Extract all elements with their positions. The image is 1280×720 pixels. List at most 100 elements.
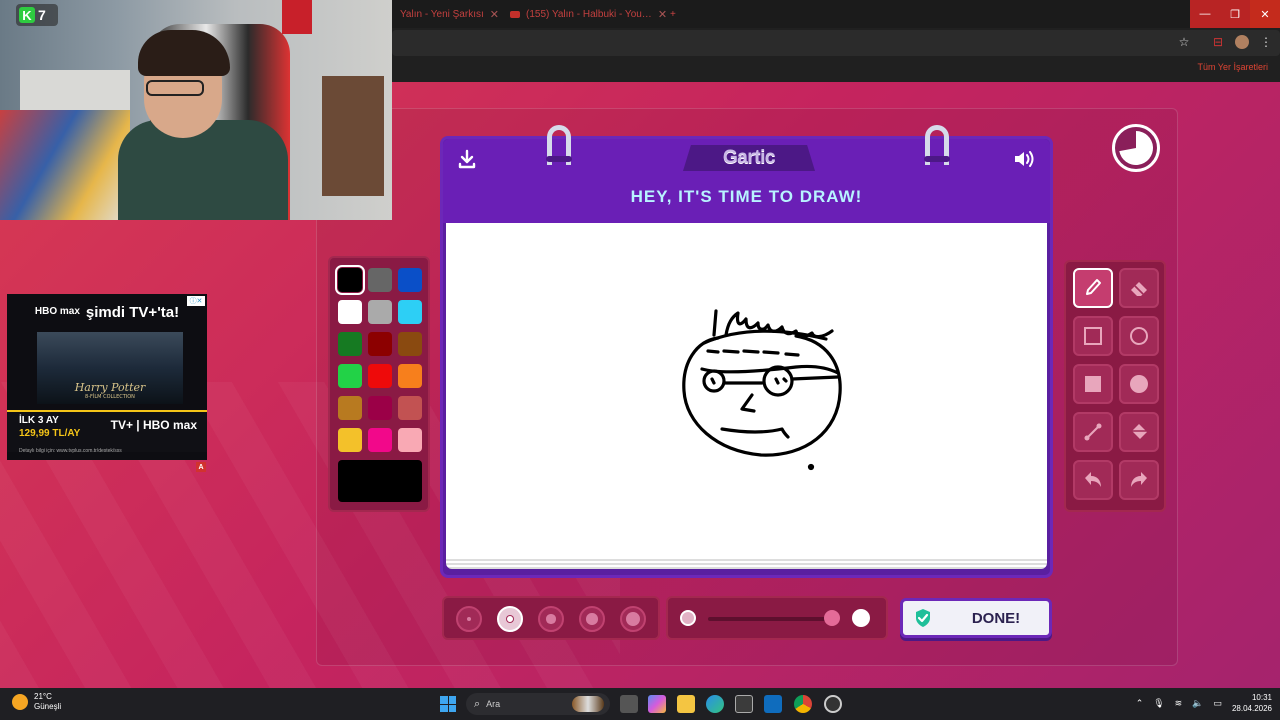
color-swatch[interactable] bbox=[335, 265, 365, 295]
color-swatch[interactable] bbox=[338, 300, 362, 324]
extension-icon[interactable]: ⊟ bbox=[1210, 34, 1226, 50]
webcam-person-body bbox=[118, 120, 288, 220]
obs-icon[interactable] bbox=[824, 695, 842, 713]
volume-icon[interactable]: 🔈 bbox=[1192, 698, 1203, 709]
line-tool[interactable] bbox=[1073, 412, 1113, 452]
ad-header: HBO max şimdi TV+'ta! bbox=[7, 294, 207, 330]
webcam-background-drawer bbox=[322, 76, 384, 196]
color-swatch[interactable] bbox=[368, 396, 392, 420]
brush-size-5-button[interactable] bbox=[620, 606, 646, 632]
new-tab-button[interactable]: + bbox=[662, 4, 684, 24]
color-swatch[interactable] bbox=[398, 396, 422, 420]
task-view-icon[interactable] bbox=[620, 695, 638, 713]
pen-tool[interactable] bbox=[1073, 268, 1113, 308]
copilot-icon[interactable] bbox=[648, 695, 666, 713]
clock[interactable]: 10:31 28.04.2026 bbox=[1232, 692, 1272, 714]
edge-icon[interactable] bbox=[706, 695, 724, 713]
ad-image: Harry Potter 8-FİLM COLLECTION bbox=[37, 332, 183, 404]
advertisement[interactable]: ⓘ✕ HBO max şimdi TV+'ta! Harry Potter 8-… bbox=[7, 294, 207, 460]
close-window-button[interactable]: ✕ bbox=[1250, 0, 1280, 28]
drawing-board: Gartic HEY, IT'S TIME TO DRAW! bbox=[440, 125, 1053, 578]
opacity-knob[interactable] bbox=[823, 610, 840, 626]
brush-size-2-button[interactable] bbox=[497, 606, 523, 632]
color-swatch[interactable] bbox=[398, 332, 422, 356]
color-swatch[interactable] bbox=[338, 364, 362, 388]
square-outline-icon bbox=[1084, 327, 1102, 345]
taskbar-search[interactable]: ⌕ Ara bbox=[466, 693, 610, 715]
brush-size-1-button[interactable] bbox=[456, 606, 482, 632]
minimize-button[interactable]: — bbox=[1190, 0, 1220, 28]
wifi-icon[interactable]: ≋ bbox=[1175, 698, 1183, 709]
all-bookmarks-link[interactable]: Tüm Yer İşaretleri bbox=[1197, 62, 1268, 72]
brush-size-dot bbox=[466, 616, 472, 622]
done-button[interactable]: DONE! bbox=[900, 598, 1052, 638]
eraser-tool[interactable] bbox=[1119, 268, 1159, 308]
menu-kebab-icon[interactable]: ⋮ bbox=[1258, 34, 1274, 50]
timer-pie bbox=[1119, 131, 1153, 165]
microphone-icon[interactable]: 🎙 bbox=[1153, 698, 1164, 709]
bookmark-star-icon[interactable]: ☆ bbox=[1176, 34, 1192, 50]
chevron-up-icon[interactable]: ⌃ bbox=[1136, 698, 1144, 709]
close-tab-icon[interactable]: ✕ bbox=[490, 8, 499, 21]
bookmarks-bar: Tüm Yer İşaretleri bbox=[392, 58, 1280, 80]
ad-brand: HBO max bbox=[34, 306, 80, 317]
color-swatch[interactable] bbox=[368, 268, 392, 292]
ad-offer-price: 129,99 TL/AY bbox=[19, 428, 81, 439]
drawing-canvas[interactable] bbox=[446, 223, 1047, 559]
color-swatch[interactable] bbox=[398, 268, 422, 292]
eraser-icon bbox=[1131, 282, 1147, 296]
drawing-strokes bbox=[682, 309, 842, 471]
brush-size-4-button[interactable] bbox=[579, 606, 605, 632]
brush-size-dot bbox=[506, 615, 514, 623]
system-tray: ⌃ 🎙 ≋ 🔈 ▭ 10:31 28.04.2026 bbox=[1136, 692, 1272, 714]
sketch-hair-dashes bbox=[706, 349, 800, 357]
store-icon[interactable] bbox=[735, 695, 753, 713]
browser-tab[interactable]: Yalın - Yeni Şarkısı ✕ bbox=[392, 4, 507, 24]
sketch-glasses-bridge bbox=[722, 375, 840, 385]
pencil-icon bbox=[1086, 279, 1101, 295]
color-swatch[interactable] bbox=[368, 364, 392, 388]
maximize-button[interactable]: ❐ bbox=[1220, 0, 1250, 28]
weather-widget[interactable]: 21°C Güneşli bbox=[12, 692, 61, 712]
chrome-icon[interactable] bbox=[794, 695, 812, 713]
brush-size-3-button[interactable] bbox=[538, 606, 564, 632]
sound-button[interactable] bbox=[1012, 147, 1038, 171]
color-swatch[interactable] bbox=[338, 332, 362, 356]
file-explorer-icon[interactable] bbox=[677, 695, 695, 713]
redo-icon bbox=[1131, 472, 1147, 487]
gartic-logo-text: Gartic bbox=[723, 147, 775, 168]
color-swatch[interactable] bbox=[338, 428, 362, 452]
opacity-track[interactable] bbox=[708, 617, 838, 621]
download-button[interactable] bbox=[455, 147, 479, 171]
rectangle-outline-tool[interactable] bbox=[1073, 316, 1113, 356]
color-swatch[interactable] bbox=[338, 396, 362, 420]
profile-avatar[interactable] bbox=[1234, 34, 1250, 50]
color-swatch[interactable] bbox=[368, 332, 392, 356]
address-bar[interactable] bbox=[392, 30, 1280, 56]
tab-label: Yalın - Yeni Şarkısı bbox=[400, 8, 484, 20]
windows-logo-quad bbox=[448, 704, 456, 712]
browser-tab-youtube[interactable]: (155) Yalın - Halbuki - You… ✕ bbox=[502, 4, 675, 24]
undo-tool[interactable] bbox=[1073, 460, 1113, 500]
square-fill-icon bbox=[1085, 376, 1101, 392]
rectangle-fill-tool[interactable] bbox=[1073, 364, 1113, 404]
webcam-overlay: K 7 bbox=[0, 0, 392, 220]
weather-desc: Güneşli bbox=[34, 702, 62, 711]
sketch-hair-1 bbox=[712, 309, 718, 337]
fill-tool[interactable] bbox=[1119, 412, 1159, 452]
color-swatch[interactable] bbox=[398, 300, 422, 324]
color-swatch[interactable] bbox=[368, 300, 392, 324]
outlook-icon[interactable] bbox=[764, 695, 782, 713]
start-button[interactable] bbox=[440, 696, 456, 712]
color-swatch[interactable] bbox=[398, 428, 422, 452]
opacity-slider[interactable] bbox=[666, 596, 888, 640]
battery-icon[interactable]: ▭ bbox=[1213, 698, 1222, 709]
ellipse-outline-tool[interactable] bbox=[1119, 316, 1159, 356]
tab-label: (155) Yalın - Halbuki - You… bbox=[526, 8, 652, 20]
color-swatch[interactable] bbox=[398, 364, 422, 388]
color-swatch[interactable] bbox=[368, 428, 392, 452]
circle-fill-icon bbox=[1130, 375, 1148, 393]
redo-tool[interactable] bbox=[1119, 460, 1159, 500]
ellipse-fill-tool[interactable] bbox=[1119, 364, 1159, 404]
clock-time: 10:31 bbox=[1251, 693, 1272, 702]
